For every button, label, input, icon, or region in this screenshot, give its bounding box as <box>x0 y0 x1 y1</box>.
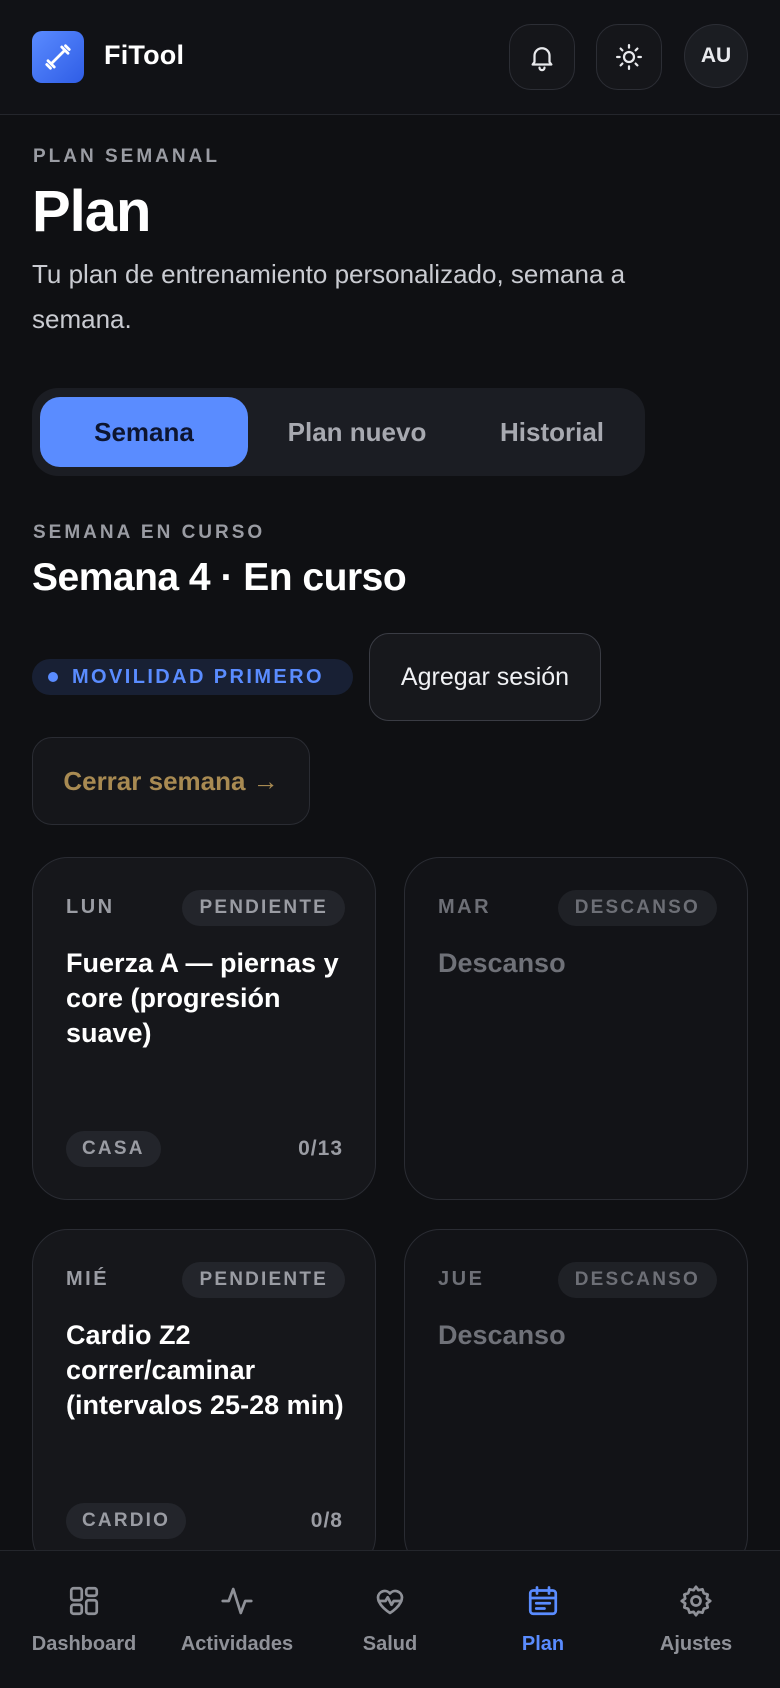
status-dot <box>48 672 58 682</box>
add-session-button[interactable]: Agregar sesión <box>369 633 601 721</box>
user-avatar[interactable]: AU <box>684 24 748 88</box>
plan-tabs: Semana Plan nuevo Historial <box>32 388 645 476</box>
grid-icon <box>64 1581 104 1621</box>
day-card-mar[interactable]: MAR DESCANSO Descanso <box>404 857 748 1200</box>
day-label: MIÉ <box>66 1268 110 1290</box>
theme-toggle-button[interactable] <box>596 24 662 90</box>
status-badge: DESCANSO <box>557 890 717 926</box>
nav-dashboard[interactable]: Dashboard <box>6 1551 162 1688</box>
bottom-nav: Dashboard Actividades Salud Plan Ajustes <box>0 1550 780 1688</box>
activity-icon <box>217 1581 257 1621</box>
gear-icon <box>676 1581 716 1621</box>
bell-icon <box>531 47 553 72</box>
session-title: Cardio Z2 correr/caminar (intervalos 25-… <box>66 1320 344 1420</box>
focus-badge-label: MOVILIDAD PRIMERO <box>72 665 324 688</box>
page-subtitle: Tu plan de entrenamiento personalizado, … <box>32 259 626 334</box>
tab-semana[interactable]: Semana <box>40 397 248 467</box>
page-title: Plan <box>32 179 151 244</box>
app-name: FiTool <box>104 40 185 70</box>
nav-salud[interactable]: Salud <box>312 1551 468 1688</box>
focus-badge: MOVILIDAD PRIMERO <box>32 659 353 695</box>
exercise-count: 0/13 <box>298 1137 343 1160</box>
app-logo[interactable] <box>32 31 84 83</box>
session-title: Fuerza A — piernas y core (progresión su… <box>66 948 339 1048</box>
session-tag: CASA <box>66 1131 161 1167</box>
day-label: LUN <box>66 896 115 918</box>
session-title: Descanso <box>438 948 566 978</box>
day-card-jue[interactable]: JUE DESCANSO Descanso <box>404 1229 748 1572</box>
session-tag: CARDIO <box>66 1503 187 1539</box>
nav-label: Ajustes <box>659 1633 733 1655</box>
nav-label: Salud <box>362 1633 418 1655</box>
tab-historial[interactable]: Historial <box>464 397 640 467</box>
close-week-button[interactable]: Cerrar semana → <box>32 737 310 825</box>
nav-actividades[interactable]: Actividades <box>159 1551 315 1688</box>
heart-pulse-icon <box>370 1581 410 1621</box>
day-label: JUE <box>438 1268 485 1290</box>
day-label: MAR <box>438 896 492 918</box>
top-bar: FiTool AU <box>0 0 780 115</box>
week-title: Semana 4 · En curso <box>32 556 407 599</box>
notifications-button[interactable] <box>509 24 575 90</box>
status-badge: PENDIENTE <box>182 1262 345 1298</box>
nav-plan[interactable]: Plan <box>465 1551 621 1688</box>
dumbbell-icon <box>45 44 71 70</box>
status-badge: PENDIENTE <box>182 890 345 926</box>
status-badge: DESCANSO <box>557 1262 717 1298</box>
calendar-icon <box>523 1581 563 1621</box>
exercise-count: 0/8 <box>310 1509 343 1532</box>
day-card-mie[interactable]: MIÉ PENDIENTE Cardio Z2 correr/caminar (… <box>32 1229 376 1572</box>
nav-label: Plan <box>521 1633 565 1655</box>
app-root: FiTool AU PLAN SEMANAL Plan Tu plan de e… <box>0 0 780 1688</box>
sun-icon <box>616 44 642 70</box>
nav-label: Dashboard <box>31 1633 137 1655</box>
session-title: Descanso <box>438 1320 566 1350</box>
week-eyebrow: SEMANA EN CURSO <box>33 522 266 543</box>
page-eyebrow: PLAN SEMANAL <box>33 146 220 167</box>
tab-plan-nuevo[interactable]: Plan nuevo <box>254 397 460 467</box>
day-card-lun[interactable]: LUN PENDIENTE Fuerza A — piernas y core … <box>32 857 376 1200</box>
nav-ajustes[interactable]: Ajustes <box>618 1551 774 1688</box>
nav-label: Actividades <box>180 1633 294 1655</box>
